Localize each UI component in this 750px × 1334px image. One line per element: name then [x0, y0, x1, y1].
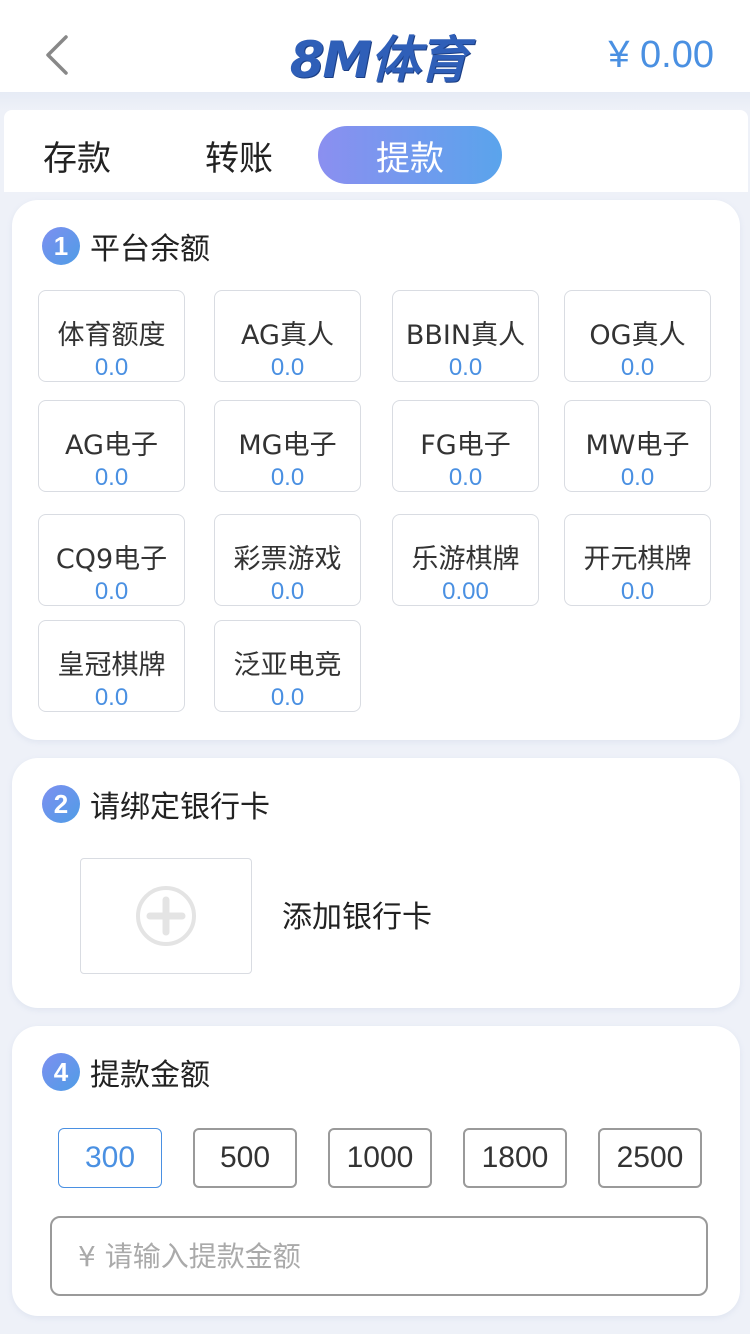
platform-balance-item: BBIN真人 0.0	[392, 290, 539, 382]
platform-balance-value: 0.0	[94, 578, 129, 605]
platform-balance-value: 0.0	[94, 464, 129, 491]
amount-input[interactable]	[50, 1216, 708, 1296]
add-bank-card-label[interactable]: 添加银行卡	[282, 892, 432, 936]
section-title: 1 平台余额	[42, 224, 210, 268]
back-button[interactable]	[36, 30, 76, 80]
platform-balance-value: 0.0	[620, 354, 655, 381]
header-divider	[0, 92, 750, 110]
platform-balance-value: 0.0	[94, 354, 129, 381]
platform-balance-value: 0.0	[448, 354, 483, 381]
section-label: 提款金额	[90, 1058, 210, 1093]
tab-deposit[interactable]: 存款	[32, 126, 122, 184]
platform-balance-item: CQ9电子 0.0	[38, 514, 185, 606]
tab-transfer[interactable]: 转账	[194, 126, 284, 184]
header-bar: 8M体育 ¥ 0.00	[0, 0, 750, 104]
platform-balance-item: MG电子 0.0	[214, 400, 361, 492]
amount-preset-button[interactable]: 2500	[598, 1128, 702, 1188]
platform-name: MW电子	[585, 430, 690, 461]
logo-text: 8M体育	[289, 31, 469, 89]
add-bank-card-button[interactable]	[80, 858, 252, 974]
account-balance: ¥ 0.00	[608, 34, 714, 76]
platform-name: 开元棋牌	[583, 544, 692, 575]
platform-balance-value: 0.0	[620, 464, 655, 491]
platform-balance-item: FG电子 0.0	[392, 400, 539, 492]
tab-bar: 存款 转账 提款	[4, 110, 748, 192]
platform-balance-card: 1 平台余额 体育额度 0.0 AG真人 0.0 BBIN真人 0.0 OG真人 0.0 AG电…	[12, 200, 740, 740]
platform-balance-value: 0.0	[94, 684, 129, 711]
platform-name: CQ9电子	[55, 544, 168, 575]
platform-name: FG电子	[420, 430, 511, 461]
platform-name: OG真人	[589, 320, 686, 351]
platform-balance-value: 0.0	[270, 578, 305, 605]
platform-balance-value: 0.0	[270, 464, 305, 491]
plus-circle-icon	[136, 886, 196, 946]
platform-name: BBIN真人	[405, 320, 526, 351]
step-badge: 4	[42, 1053, 80, 1091]
platform-name: AG电子	[65, 430, 158, 461]
brand-logo: 8M体育	[272, 24, 484, 89]
platform-balance-item: 彩票游戏 0.0	[214, 514, 361, 606]
platform-name: 泛亚电竞	[233, 650, 342, 681]
amount-preset-button[interactable]: 1000	[328, 1128, 432, 1188]
platform-balance-item: 体育额度 0.0	[38, 290, 185, 382]
step-badge: 1	[42, 227, 80, 265]
tab-withdraw[interactable]: 提款	[318, 126, 502, 184]
platform-balance-item: 泛亚电竞 0.0	[214, 620, 361, 712]
chevron-left-icon	[46, 35, 68, 75]
platform-balance-item: OG真人 0.0	[564, 290, 711, 382]
step-badge: 2	[42, 785, 80, 823]
platform-balance-item: 开元棋牌 0.0	[564, 514, 711, 606]
platform-balance-value: 0.0	[620, 578, 655, 605]
section-title: 4 提款金额	[42, 1050, 210, 1094]
withdraw-amount-section: 4 提款金额 300 500 1000 1800 2500	[12, 1026, 740, 1316]
platform-name: 体育额度	[57, 320, 166, 351]
bank-card-section: 2 请绑定银行卡 添加银行卡	[12, 758, 740, 1008]
section-title: 2 请绑定银行卡	[42, 782, 270, 826]
platform-balance-value: 0.00	[442, 578, 489, 605]
amount-preset-button[interactable]: 300	[58, 1128, 162, 1188]
section-label: 平台余额	[90, 232, 210, 267]
platform-balance-item: MW电子 0.0	[564, 400, 711, 492]
platform-balance-value: 0.0	[270, 684, 305, 711]
platform-balance-item: 乐游棋牌 0.00	[392, 514, 539, 606]
amount-preset-button[interactable]: 1800	[463, 1128, 567, 1188]
platform-balance-item: 皇冠棋牌 0.0	[38, 620, 185, 712]
platform-name: AG真人	[241, 320, 334, 351]
platform-balance-item: AG真人 0.0	[214, 290, 361, 382]
platform-name: 乐游棋牌	[411, 544, 520, 575]
platform-name: 皇冠棋牌	[57, 650, 166, 681]
section-label: 请绑定银行卡	[90, 790, 270, 825]
platform-name: MG电子	[238, 430, 337, 461]
platform-balance-value: 0.0	[270, 354, 305, 381]
platform-balance-value: 0.0	[448, 464, 483, 491]
platform-balance-item: AG电子 0.0	[38, 400, 185, 492]
platform-name: 彩票游戏	[233, 544, 342, 575]
amount-preset-button[interactable]: 500	[193, 1128, 297, 1188]
